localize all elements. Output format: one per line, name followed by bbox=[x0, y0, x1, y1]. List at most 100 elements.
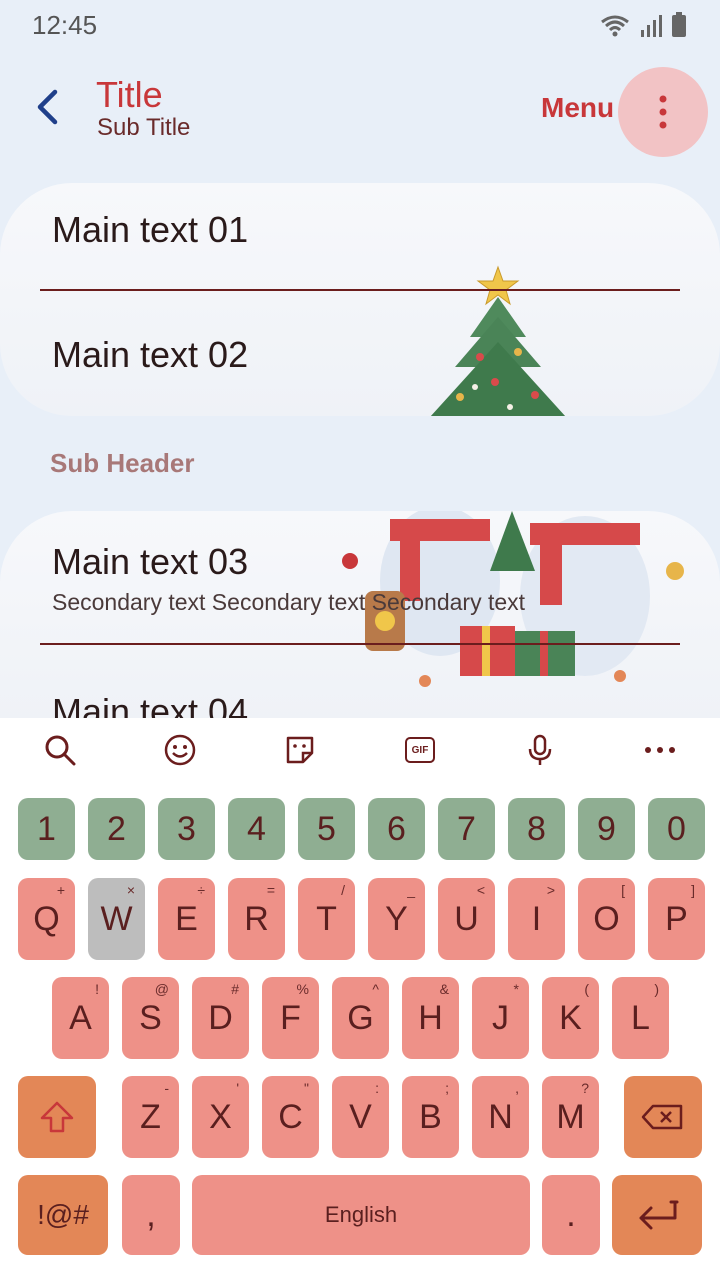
key-c[interactable]: " C bbox=[262, 1076, 319, 1158]
number-key-9[interactable]: 9 bbox=[578, 798, 635, 860]
sticker-button[interactable] bbox=[280, 730, 320, 770]
key-label: O bbox=[593, 899, 620, 938]
key-label: V bbox=[349, 1097, 372, 1136]
key-secondary-symbol: & bbox=[439, 981, 449, 997]
search-icon bbox=[45, 735, 76, 766]
key-z[interactable]: -Z bbox=[122, 1076, 179, 1158]
key-t[interactable]: / T bbox=[298, 878, 355, 960]
list-item-main-text-02[interactable]: Main text 02 bbox=[52, 334, 248, 376]
key-label: W bbox=[100, 899, 133, 938]
app-bar: Title Sub Title Menu bbox=[0, 60, 720, 160]
more-vert-icon bbox=[659, 95, 667, 129]
backspace-icon bbox=[641, 1104, 683, 1130]
number-key-5[interactable]: 5 bbox=[298, 798, 355, 860]
key-f[interactable]: % F bbox=[262, 977, 319, 1059]
key-secondary-symbol: > bbox=[546, 882, 555, 898]
list-item-main-text-04[interactable]: Main text 04 bbox=[52, 691, 248, 721]
key-secondary-symbol: = bbox=[266, 882, 275, 898]
keyboard-more-button[interactable] bbox=[640, 730, 680, 770]
number-key-1[interactable]: 1 bbox=[18, 798, 75, 860]
key-u[interactable]: < U bbox=[438, 878, 495, 960]
more-options-button[interactable] bbox=[618, 67, 708, 157]
key-v[interactable]: :V bbox=[332, 1076, 389, 1158]
key-label: N bbox=[488, 1097, 513, 1136]
key-secondary-symbol: ' bbox=[236, 1080, 239, 1096]
key-label: Z bbox=[140, 1097, 161, 1136]
list-item-secondary-text: Secondary text Secondary text Secondary … bbox=[52, 589, 526, 615]
key-d[interactable]: # D bbox=[192, 977, 249, 1059]
key-secondary-symbol: ! bbox=[95, 981, 99, 997]
key-secondary-symbol: [ bbox=[621, 882, 625, 898]
key-n[interactable]: ,N bbox=[472, 1076, 529, 1158]
more-horiz-icon bbox=[645, 747, 675, 753]
key-h[interactable]: & H bbox=[402, 977, 459, 1059]
key-w[interactable]: × W bbox=[88, 878, 145, 960]
key-e[interactable]: ÷ E bbox=[158, 878, 215, 960]
key-l[interactable]: ) L bbox=[612, 977, 669, 1059]
status-bar: 12:45 bbox=[0, 0, 720, 52]
sticker-icon bbox=[286, 736, 314, 764]
gif-icon: GIF bbox=[405, 737, 435, 763]
key-secondary-symbol: ) bbox=[654, 981, 659, 997]
symbols-key[interactable]: !@# bbox=[18, 1175, 108, 1255]
wifi-icon bbox=[601, 15, 629, 37]
key-o[interactable]: [O bbox=[578, 878, 635, 960]
key-m[interactable]: ? M bbox=[542, 1076, 599, 1158]
key-secondary-symbol: × bbox=[126, 882, 135, 898]
keyboard: GIF 1234567890 + Q × W ÷ E = R / T _ Y < U > I[O] P ! A @ S… bbox=[0, 718, 720, 1280]
key-j[interactable]: * J bbox=[472, 977, 529, 1059]
key-r[interactable]: = R bbox=[228, 878, 285, 960]
number-key-7[interactable]: 7 bbox=[438, 798, 495, 860]
key-label: L bbox=[631, 998, 650, 1037]
key-secondary-symbol: ; bbox=[445, 1080, 449, 1096]
list-card-1: Main text 01 Main text 02 bbox=[0, 183, 720, 416]
comma-key[interactable]: , bbox=[122, 1175, 180, 1255]
number-key-6[interactable]: 6 bbox=[368, 798, 425, 860]
divider bbox=[40, 643, 680, 645]
key-secondary-symbol: ( bbox=[584, 981, 589, 997]
key-label: B bbox=[419, 1097, 442, 1136]
number-key-3[interactable]: 3 bbox=[158, 798, 215, 860]
key-label: C bbox=[278, 1097, 303, 1136]
number-key-4[interactable]: 4 bbox=[228, 798, 285, 860]
key-label: T bbox=[316, 899, 337, 938]
emoji-button[interactable] bbox=[160, 730, 200, 770]
key-secondary-symbol: # bbox=[231, 981, 239, 997]
key-a[interactable]: ! A bbox=[52, 977, 109, 1059]
key-g[interactable]: ^ G bbox=[332, 977, 389, 1059]
key-y[interactable]: _ Y bbox=[368, 878, 425, 960]
key-p[interactable]: ] P bbox=[648, 878, 705, 960]
key-secondary-symbol: , bbox=[515, 1080, 519, 1096]
backspace-key[interactable] bbox=[624, 1076, 702, 1158]
key-k[interactable]: (K bbox=[542, 977, 599, 1059]
sub-header: Sub Header bbox=[50, 448, 195, 478]
search-button[interactable] bbox=[40, 730, 80, 770]
voice-input-button[interactable] bbox=[520, 730, 560, 770]
number-key-2[interactable]: 2 bbox=[88, 798, 145, 860]
key-secondary-symbol: / bbox=[341, 882, 345, 898]
key-q[interactable]: + Q bbox=[18, 878, 75, 960]
gif-button[interactable]: GIF bbox=[400, 730, 440, 770]
menu-button[interactable]: Menu bbox=[541, 92, 614, 124]
key-label: G bbox=[347, 998, 374, 1037]
key-x[interactable]: ' X bbox=[192, 1076, 249, 1158]
enter-key[interactable] bbox=[612, 1175, 702, 1255]
key-label: S bbox=[139, 998, 162, 1037]
signal-icon bbox=[641, 15, 662, 37]
number-key-8[interactable]: 8 bbox=[508, 798, 565, 860]
key-b[interactable]: ; B bbox=[402, 1076, 459, 1158]
key-s[interactable]: @ S bbox=[122, 977, 179, 1059]
key-label: R bbox=[244, 899, 269, 938]
list-item-main-text-03[interactable]: Main text 03 bbox=[52, 541, 248, 583]
key-i[interactable]: > I bbox=[508, 878, 565, 960]
back-button[interactable] bbox=[22, 82, 72, 132]
period-key[interactable]: . bbox=[542, 1175, 600, 1255]
shift-key[interactable] bbox=[18, 1076, 96, 1158]
key-secondary-symbol: - bbox=[164, 1080, 169, 1096]
key-label: J bbox=[492, 998, 509, 1037]
space-key[interactable]: English bbox=[192, 1175, 530, 1255]
number-key-0[interactable]: 0 bbox=[648, 798, 705, 860]
key-label: H bbox=[418, 998, 443, 1037]
list-item-main-text-01[interactable]: Main text 01 bbox=[52, 209, 248, 251]
enter-icon bbox=[639, 1200, 679, 1230]
